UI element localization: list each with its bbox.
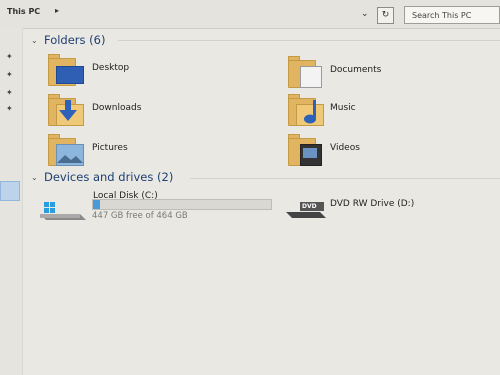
section-divider [118, 40, 500, 41]
documents-folder-icon [288, 56, 326, 88]
breadcrumb-arrow-icon[interactable]: ▸ [55, 6, 59, 15]
refresh-button[interactable]: ↻ [377, 7, 394, 24]
drive-usage-bar [92, 199, 272, 210]
address-dropdown-button[interactable]: ⌄ [361, 9, 369, 19]
address-bar: This PC ▸ ⌄ ↻ Search This PC [0, 0, 500, 29]
pin-icon[interactable]: ✦ [6, 52, 13, 61]
desktop-folder-icon [48, 54, 86, 86]
pin-icon[interactable]: ✦ [6, 104, 13, 113]
downloads-folder-icon [48, 94, 86, 126]
folder-label: Music [330, 103, 356, 113]
pin-icon[interactable]: ✦ [6, 88, 13, 97]
navigation-pane: ✦ ✦ ✦ ✦ [0, 28, 23, 375]
folder-label: Pictures [92, 143, 128, 153]
music-folder-icon [288, 94, 326, 126]
folder-label: Downloads [92, 103, 142, 113]
drive-label: DVD RW Drive (D:) [330, 199, 415, 209]
pin-icon[interactable]: ✦ [6, 70, 13, 79]
search-input[interactable]: Search This PC [404, 6, 500, 24]
nav-item-this-pc-selected[interactable] [0, 181, 20, 201]
videos-folder-icon [288, 134, 326, 166]
chevron-down-icon[interactable]: ⌄ [31, 36, 38, 45]
folder-label: Videos [330, 143, 360, 153]
chevron-down-icon[interactable]: ⌄ [31, 173, 38, 182]
breadcrumb-this-pc[interactable]: This PC [7, 7, 40, 16]
windows-drive-icon [40, 200, 86, 222]
drive-free-space: 447 GB free of 464 GB [92, 211, 188, 221]
section-divider [190, 178, 500, 179]
devices-section-label: Devices and drives (2) [44, 170, 174, 184]
folder-label: Desktop [92, 63, 130, 73]
dvd-badge: DVD [302, 203, 317, 210]
drive-usage-fill [93, 200, 100, 209]
folder-label: Documents [330, 65, 382, 75]
dvd-drive-icon: DVD [286, 200, 328, 220]
folders-section-label: Folders (6) [44, 33, 106, 47]
pictures-folder-icon [48, 134, 86, 166]
